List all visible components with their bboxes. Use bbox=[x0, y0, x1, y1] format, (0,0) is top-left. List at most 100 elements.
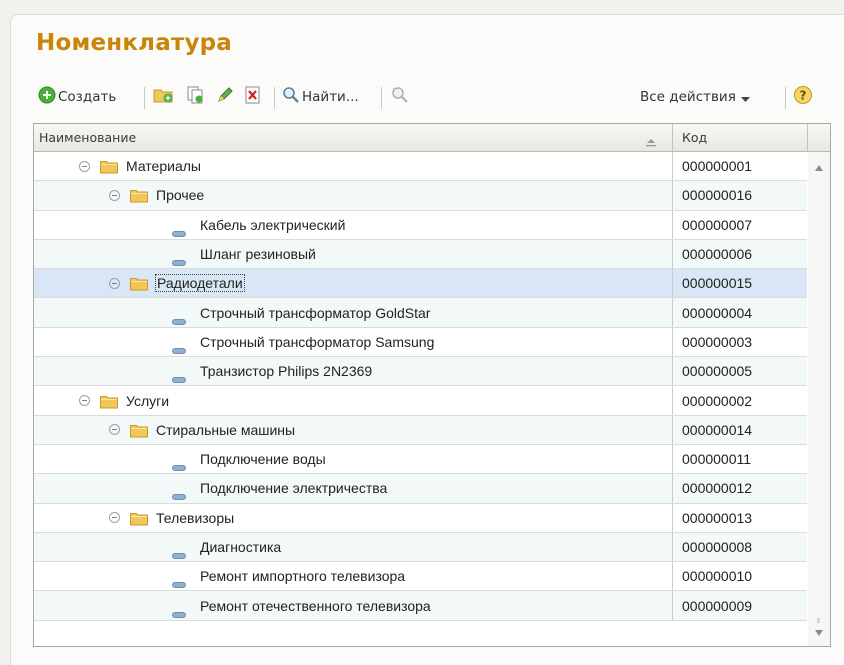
row-name: Услуги bbox=[126, 392, 170, 409]
row-code[interactable]: 000000005 bbox=[672, 357, 807, 386]
toolbar-divider bbox=[785, 87, 786, 109]
row-code[interactable]: 000000014 bbox=[672, 415, 807, 444]
row-name: Транзистор Philips 2N2369 bbox=[200, 363, 373, 380]
table-row[interactable]: Строчный трансформатор GoldStar 000000004 bbox=[34, 298, 807, 328]
all-actions-button[interactable]: Все действия bbox=[640, 82, 750, 112]
cell-name[interactable]: Прочее bbox=[34, 181, 672, 209]
element-icon bbox=[172, 573, 186, 589]
cell-name[interactable]: Материалы bbox=[34, 152, 672, 180]
cell-name[interactable]: Строчный трансформатор GoldStar bbox=[34, 298, 672, 326]
row-name: Кабель электрический bbox=[200, 216, 346, 233]
page-title: Номенклатура bbox=[36, 30, 233, 56]
table-row[interactable]: Строчный трансформатор Samsung 000000003 bbox=[34, 327, 807, 358]
row-name: Шланг резиновый bbox=[200, 246, 316, 263]
create-button-label: Создать bbox=[58, 89, 117, 105]
vertical-scrollbar[interactable] bbox=[808, 152, 830, 646]
add-group-button[interactable] bbox=[153, 82, 175, 112]
create-button[interactable]: Создать bbox=[38, 82, 116, 112]
collapse-toggle-icon[interactable] bbox=[109, 189, 120, 201]
collapse-toggle-icon[interactable] bbox=[109, 277, 120, 289]
cell-name[interactable]: Транзистор Philips 2N2369 bbox=[34, 357, 672, 385]
table-row[interactable]: Прочее 000000016 bbox=[34, 181, 807, 211]
collapse-toggle-icon[interactable] bbox=[79, 395, 90, 407]
table-row[interactable]: Транзистор Philips 2N2369 000000005 bbox=[34, 357, 807, 387]
table-row[interactable]: Стиральные машины 000000014 bbox=[34, 415, 807, 445]
element-icon bbox=[172, 544, 186, 559]
table-row[interactable]: Ремонт отечественного телевизора 00000000… bbox=[34, 591, 807, 621]
column-header-name[interactable]: Наименование bbox=[39, 130, 136, 145]
element-icon bbox=[172, 251, 186, 267]
table-header: Наименование Код bbox=[34, 124, 830, 152]
row-name: Диагностика bbox=[200, 539, 282, 555]
table-row[interactable]: Ремонт импортного телевизора 000000010 bbox=[34, 562, 807, 592]
row-name: Ремонт отечественного телевизора bbox=[200, 597, 431, 614]
row-code[interactable]: 000000012 bbox=[672, 474, 807, 503]
cell-name[interactable]: Подключение электричества bbox=[34, 474, 672, 502]
dropdown-arrow-icon bbox=[740, 88, 750, 107]
cell-name[interactable]: Кабель электрический bbox=[34, 211, 672, 239]
row-name: Стиральные машины bbox=[156, 421, 296, 438]
table-row[interactable]: Радиодетали 000000015 bbox=[34, 269, 807, 299]
row-code[interactable]: 000000010 bbox=[672, 562, 807, 591]
row-code[interactable]: 000000015 bbox=[672, 269, 807, 298]
table-row[interactable]: Диагностика 000000008 bbox=[34, 532, 807, 563]
toolbar: Создать Найти... Все действия ? bbox=[38, 82, 838, 112]
row-name: Материалы bbox=[126, 158, 201, 175]
cell-name[interactable]: Подключение воды bbox=[34, 445, 672, 473]
find-button[interactable]: Найти... bbox=[282, 82, 359, 112]
row-code[interactable]: 000000004 bbox=[672, 298, 807, 327]
svg-text:?: ? bbox=[800, 89, 807, 103]
cancel-search-button[interactable] bbox=[390, 82, 410, 112]
mark-delete-button[interactable] bbox=[244, 82, 262, 112]
table-row[interactable]: Материалы 000000001 bbox=[34, 152, 807, 182]
column-divider[interactable] bbox=[672, 124, 673, 151]
table-row[interactable]: Подключение воды 000000011 bbox=[34, 444, 807, 475]
table-row[interactable]: Шланг резиновый 000000006 bbox=[34, 239, 807, 270]
folder-icon bbox=[130, 423, 148, 438]
element-icon bbox=[172, 456, 186, 472]
element-icon bbox=[172, 339, 186, 354]
cancel-search-icon bbox=[390, 86, 410, 108]
cell-name[interactable]: Ремонт отечественного телевизора bbox=[34, 591, 672, 619]
cell-name[interactable]: Стиральные машины bbox=[34, 416, 672, 444]
collapse-toggle-icon[interactable] bbox=[109, 424, 120, 436]
copy-icon bbox=[186, 86, 204, 108]
cell-name[interactable]: Строчный трансформатор Samsung bbox=[34, 328, 672, 356]
scroll-down-icon[interactable] bbox=[815, 621, 823, 640]
row-code[interactable]: 000000002 bbox=[672, 386, 807, 415]
toolbar-divider bbox=[381, 87, 382, 109]
folder-icon bbox=[130, 276, 148, 291]
column-header-code[interactable]: Код bbox=[682, 130, 707, 145]
row-code[interactable]: 000000016 bbox=[672, 181, 807, 210]
row-code[interactable]: 000000013 bbox=[672, 503, 807, 532]
cell-name[interactable]: Радиодетали bbox=[34, 269, 672, 297]
row-code[interactable]: 000000003 bbox=[672, 327, 807, 357]
help-button[interactable]: ? bbox=[793, 82, 813, 112]
row-name: Строчный трансформатор Samsung bbox=[200, 333, 435, 350]
cell-name[interactable]: Телевизоры bbox=[34, 504, 672, 532]
cell-name[interactable]: Ремонт импортного телевизора bbox=[34, 562, 672, 590]
table-row[interactable]: Услуги 000000002 bbox=[34, 386, 807, 416]
cell-name[interactable]: Шланг резиновый bbox=[34, 240, 672, 268]
help-icon: ? bbox=[793, 85, 813, 109]
row-code[interactable]: 000000008 bbox=[672, 532, 807, 562]
row-code[interactable]: 000000011 bbox=[672, 444, 807, 474]
cell-name[interactable]: Услуги bbox=[34, 386, 672, 414]
table-row[interactable]: Подключение электричества 000000012 bbox=[34, 474, 807, 504]
collapse-toggle-icon[interactable] bbox=[109, 512, 120, 524]
copy-button[interactable] bbox=[186, 82, 204, 112]
cell-name[interactable]: Диагностика bbox=[34, 533, 672, 561]
row-code[interactable]: 000000001 bbox=[672, 152, 807, 181]
table-row[interactable]: Телевизоры 000000013 bbox=[34, 503, 807, 533]
table-row[interactable]: Кабель электрический 000000007 bbox=[34, 210, 807, 240]
row-code[interactable]: 000000009 bbox=[672, 591, 807, 620]
row-code[interactable]: 000000007 bbox=[672, 210, 807, 239]
row-code[interactable]: 000000006 bbox=[672, 239, 807, 269]
all-actions-label: Все действия bbox=[640, 89, 736, 105]
scroll-up-icon[interactable] bbox=[815, 156, 823, 175]
collapse-toggle-icon[interactable] bbox=[79, 160, 90, 172]
folder-icon bbox=[130, 511, 148, 526]
element-icon bbox=[172, 603, 186, 618]
nomenclature-table[interactable]: Наименование Код Материалы 000000001 Проче… bbox=[33, 123, 831, 647]
edit-button[interactable] bbox=[216, 82, 234, 112]
